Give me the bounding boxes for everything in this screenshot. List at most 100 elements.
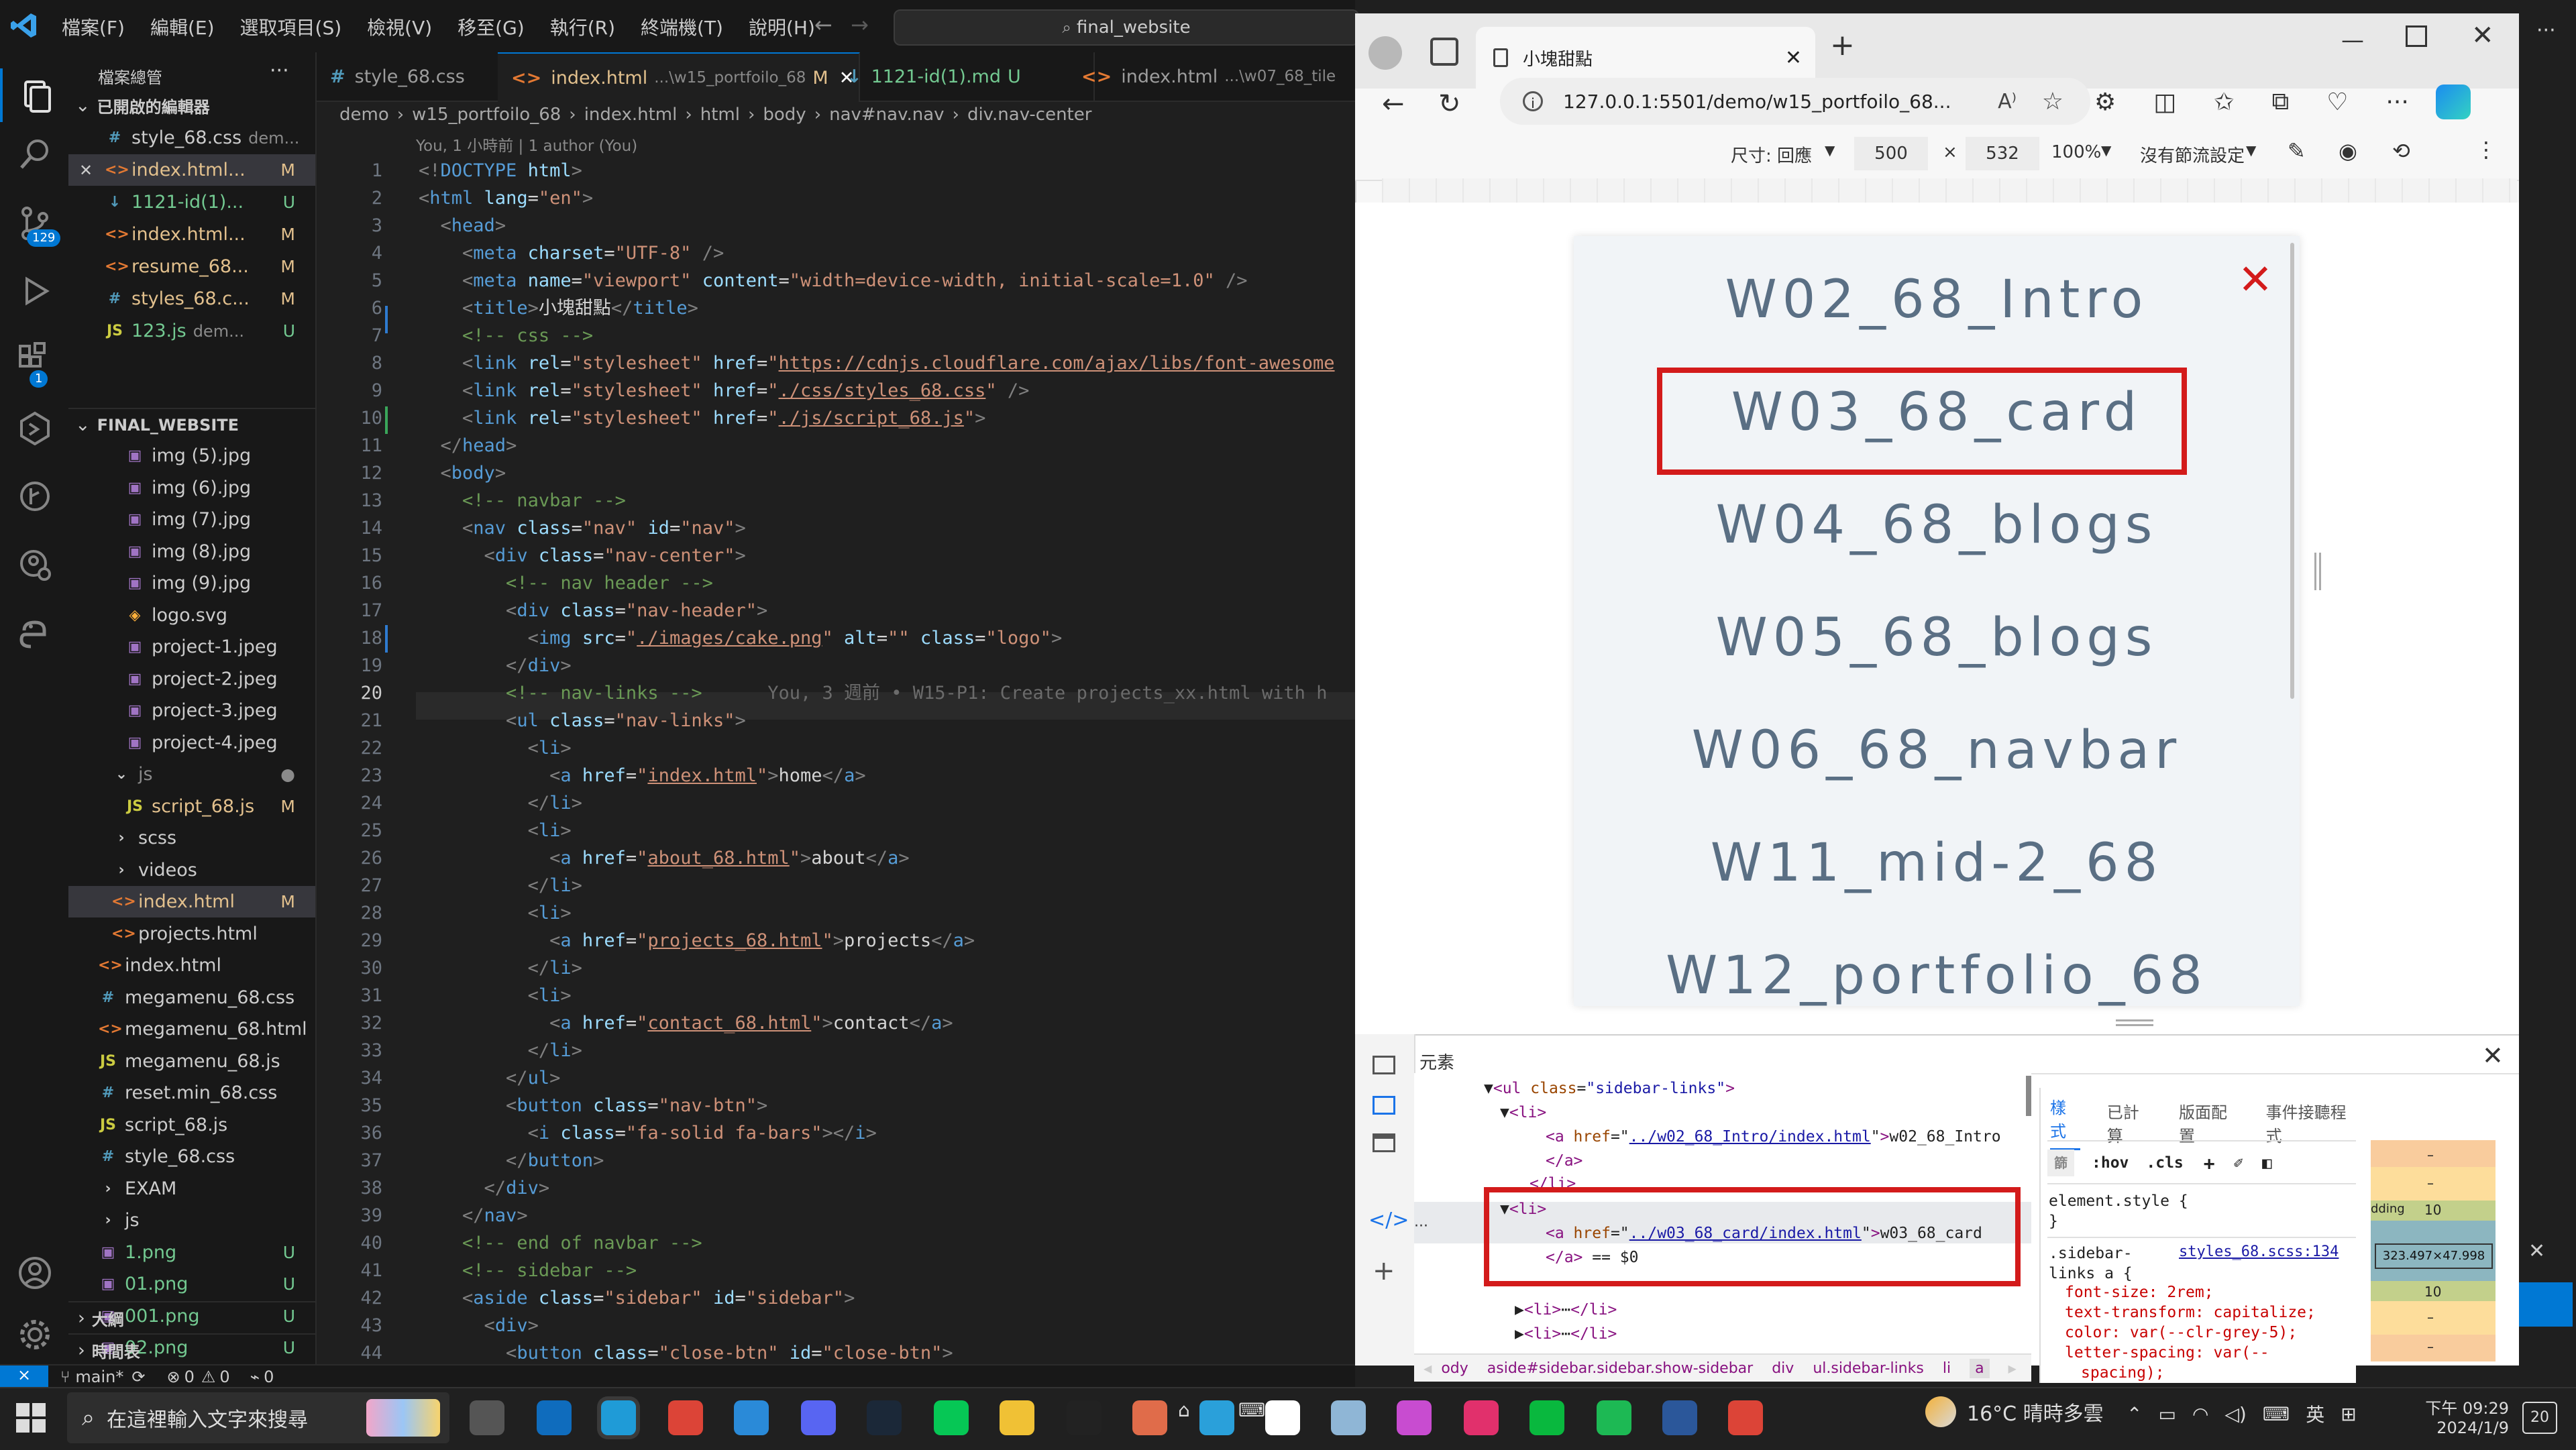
- breadcrumb-item[interactable]: index.html: [584, 105, 678, 125]
- file-item[interactable]: <> index.html: [68, 950, 315, 981]
- dom-crumb[interactable]: aside#sidebar.sidebar.show-sidebar: [1487, 1360, 1753, 1377]
- padding-bottom-value[interactable]: 10: [2424, 1284, 2441, 1300]
- outline-header[interactable]: › 大綱: [68, 1301, 315, 1334]
- padding-top-value[interactable]: 10: [2424, 1202, 2441, 1218]
- account-icon[interactable]: [17, 1256, 52, 1290]
- code-line[interactable]: 36 <i class="fa-solid fa-bars"></i>: [317, 1119, 1355, 1147]
- dom-node[interactable]: <a href="../w02_68_Intro/index.html">w02…: [1546, 1128, 2001, 1146]
- file-item[interactable]: # megamenu_68.css: [68, 982, 315, 1013]
- code-line[interactable]: 44 <button class="close-btn" id="close-b…: [317, 1339, 1355, 1367]
- timeline-header[interactable]: › 時間表: [68, 1333, 315, 1364]
- maximize-icon[interactable]: [2406, 25, 2427, 47]
- instagram-icon[interactable]: [1464, 1400, 1499, 1435]
- profile-avatar[interactable]: [1368, 36, 1402, 70]
- sidebar-link[interactable]: W04_68_blogs: [1574, 495, 2300, 555]
- editor-tab[interactable]: <> index.html ...\w07_68_tile: [1068, 52, 1383, 101]
- code-line[interactable]: 16 <!-- nav header -->: [317, 569, 1355, 597]
- telegram-icon[interactable]: [1199, 1400, 1234, 1435]
- code-line[interactable]: 8 <link rel="stylesheet" href="https://c…: [317, 349, 1355, 377]
- code-line[interactable]: 28 <li>: [317, 899, 1355, 927]
- eyedropper-icon[interactable]: ✎: [2288, 138, 2306, 164]
- code-line[interactable]: 32 <a href="contact_68.html">contact</a>: [317, 1009, 1355, 1037]
- task-view-icon[interactable]: [470, 1400, 504, 1435]
- vscode-icon[interactable]: [734, 1400, 769, 1435]
- new-tab-plus-icon[interactable]: +: [1830, 28, 1855, 62]
- weather-widget[interactable]: 16°C 晴時多雲: [1925, 1396, 2104, 1427]
- open-editor-item[interactable]: # style_68.css dem...: [68, 122, 315, 154]
- taskbar-search[interactable]: ⌕ 在這裡輸入文字來搜尋: [67, 1392, 449, 1443]
- word-icon[interactable]: [1662, 1400, 1697, 1435]
- code-line[interactable]: 41 <!-- sidebar -->: [317, 1257, 1355, 1284]
- code-line[interactable]: 39 </nav>: [317, 1202, 1355, 1229]
- dom-crumb[interactable]: ul.sidebar-links: [1813, 1360, 1924, 1377]
- snipping-tool-icon[interactable]: [1132, 1400, 1167, 1435]
- code-line[interactable]: 24 </li>: [317, 789, 1355, 817]
- elements-panel-title[interactable]: 元素: [1419, 1049, 1454, 1074]
- tab-actions-icon[interactable]: [1430, 38, 1458, 66]
- code-line[interactable]: 5 <meta name="viewport" content="width=d…: [317, 267, 1355, 294]
- dom-node[interactable]: ▶<li>⋯</li>: [1515, 1325, 1617, 1343]
- node-ellipsis-icon[interactable]: ···: [1414, 1218, 1428, 1235]
- search-icon[interactable]: [17, 137, 52, 172]
- notepad-icon[interactable]: [1331, 1400, 1366, 1435]
- site-info-icon[interactable]: i: [1523, 91, 1543, 111]
- address-bar[interactable]: i 127.0.0.1:5501/demo/w15_portfoilo_68..…: [1500, 78, 2090, 125]
- border-top-value[interactable]: –: [2427, 1175, 2434, 1191]
- dom-crumb[interactable]: div: [1772, 1360, 1794, 1377]
- file-item[interactable]: ▣ img (9).jpg: [68, 567, 315, 599]
- code-line[interactable]: 37 </button>: [317, 1147, 1355, 1174]
- battery-icon[interactable]: ▭: [2158, 1403, 2176, 1425]
- file-item[interactable]: ▣ 01.png U: [68, 1268, 315, 1300]
- forward-arrow-icon[interactable]: →: [851, 12, 869, 38]
- file-item[interactable]: ▣ project-4.jpeg: [68, 727, 315, 759]
- styles-tab[interactable]: 版面配置: [2179, 1099, 2239, 1146]
- code-line[interactable]: 7 <!-- css -->: [317, 322, 1355, 349]
- branch-name[interactable]: main*: [75, 1368, 123, 1386]
- resize-handle-right[interactable]: [2314, 553, 2321, 590]
- sidebar-link[interactable]: W06_68_navbar: [1574, 720, 2300, 781]
- menu-item[interactable]: 選取項目(S): [240, 13, 342, 40]
- code-line[interactable]: 26 <a href="about_68.html">about</a>: [317, 844, 1355, 872]
- favorite-star-icon[interactable]: ☆: [2042, 88, 2063, 115]
- code-line[interactable]: 6 <title>小塊甜點</title>: [317, 294, 1355, 322]
- explorer-icon[interactable]: [0, 68, 71, 122]
- editor-tab[interactable]: # style_68.css: [317, 52, 525, 101]
- editor-tab[interactable]: <> index.html ...\w15_portfoilo_68 M ✕: [498, 52, 860, 102]
- code-line[interactable]: 18 <img src="./images/cake.png" alt="" c…: [317, 624, 1355, 652]
- ime-indicator[interactable]: 英: [2306, 1400, 2324, 1427]
- file-item[interactable]: # style_68.css: [68, 1141, 315, 1172]
- code-line[interactable]: 4 <meta charset="UTF-8" />: [317, 239, 1355, 267]
- open-editor-item[interactable]: <> index.html... M: [68, 219, 315, 250]
- menu-item[interactable]: 執行(R): [550, 13, 615, 40]
- notification-button[interactable]: [2519, 1282, 2573, 1327]
- code-line[interactable]: 12 <body>: [317, 459, 1355, 487]
- code-line[interactable]: 30 </li>: [317, 954, 1355, 982]
- breadcrumb-item[interactable]: div.nav-center: [967, 105, 1092, 125]
- styles-tab[interactable]: 已計算: [2107, 1099, 2152, 1146]
- css-declaration[interactable]: letter-spacing: var(--: [2065, 1344, 2269, 1361]
- settings-more-icon[interactable]: ···: [2385, 89, 2408, 116]
- code-line[interactable]: 40 <!-- end of navbar -->: [317, 1229, 1355, 1257]
- code-line[interactable]: 27 </li>: [317, 872, 1355, 899]
- line-icon[interactable]: [934, 1400, 969, 1435]
- python-icon[interactable]: [17, 616, 52, 651]
- error-count[interactable]: 0: [184, 1368, 195, 1386]
- split-screen-icon[interactable]: ◫: [2153, 89, 2176, 116]
- breadcrumb-item[interactable]: body: [763, 105, 806, 125]
- dom-crumb[interactable]: ody: [1441, 1360, 1468, 1377]
- network-icon[interactable]: ⌂: [1178, 1399, 1190, 1421]
- edge-icon[interactable]: [601, 1400, 636, 1435]
- folder-item[interactable]: › videos: [68, 854, 315, 886]
- back-arrow-icon[interactable]: ←: [814, 12, 833, 38]
- more-options-icon[interactable]: ⋮: [2475, 137, 2497, 162]
- viewport-width-input[interactable]: 500: [1854, 137, 1928, 170]
- extensions-puzzle-icon[interactable]: ⚙: [2094, 89, 2116, 116]
- file-item[interactable]: <> projects.html: [68, 918, 315, 950]
- menu-item[interactable]: 檔案(F): [62, 13, 125, 40]
- css-declaration[interactable]: spacing);: [2081, 1364, 2165, 1382]
- collections-icon[interactable]: ⧉: [2271, 88, 2289, 116]
- close-button[interactable]: ✕: [2238, 255, 2273, 304]
- margin-bottom-value[interactable]: –: [2427, 1339, 2434, 1355]
- close-icon[interactable]: ✕: [2528, 1239, 2545, 1263]
- warning-count[interactable]: 0: [219, 1368, 229, 1386]
